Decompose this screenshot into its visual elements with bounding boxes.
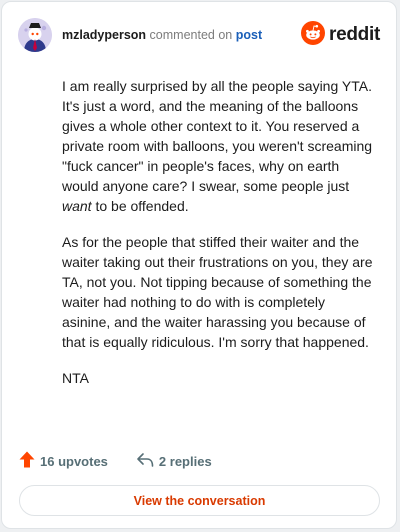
upvote-count: 16 upvotes — [40, 453, 108, 469]
emphasis-text: want — [62, 198, 92, 214]
comment-paragraph-2: As for the people that stiffed their wai… — [62, 234, 373, 350]
reddit-logo[interactable]: reddit — [301, 20, 380, 50]
comment-body: I am really surprised by all the people … — [62, 76, 376, 404]
comment-paragraph-1: I am really surprised by all the people … — [62, 76, 376, 216]
post-link[interactable]: post — [236, 28, 262, 42]
comment-card: mzladyperson commented on post reddit I … — [1, 1, 397, 529]
view-conversation-button[interactable]: View the conversation — [19, 485, 380, 516]
action-text: commented on — [149, 28, 233, 42]
reply-button[interactable]: 2 replies — [136, 452, 212, 471]
snoo-icon — [301, 20, 326, 50]
byline: mzladyperson commented on post — [62, 28, 262, 42]
paragraph-text: to be offended. — [91, 198, 189, 214]
reply-count: 2 replies — [158, 453, 212, 469]
paragraph-text: I am really surprised by all the people … — [62, 78, 373, 194]
avatar[interactable] — [18, 18, 52, 52]
comment-actions: 16 upvotes 2 replies — [19, 451, 240, 471]
upvote-button[interactable]: 16 upvotes — [19, 451, 108, 471]
reply-arrow-icon — [136, 452, 159, 471]
upvote-arrow-icon — [19, 451, 40, 471]
comment-header: mzladyperson commented on post reddit — [18, 18, 380, 52]
comment-paragraph-3: NTA — [62, 370, 89, 386]
username-link[interactable]: mzladyperson — [62, 28, 146, 42]
brand-wordmark: reddit — [329, 24, 380, 45]
